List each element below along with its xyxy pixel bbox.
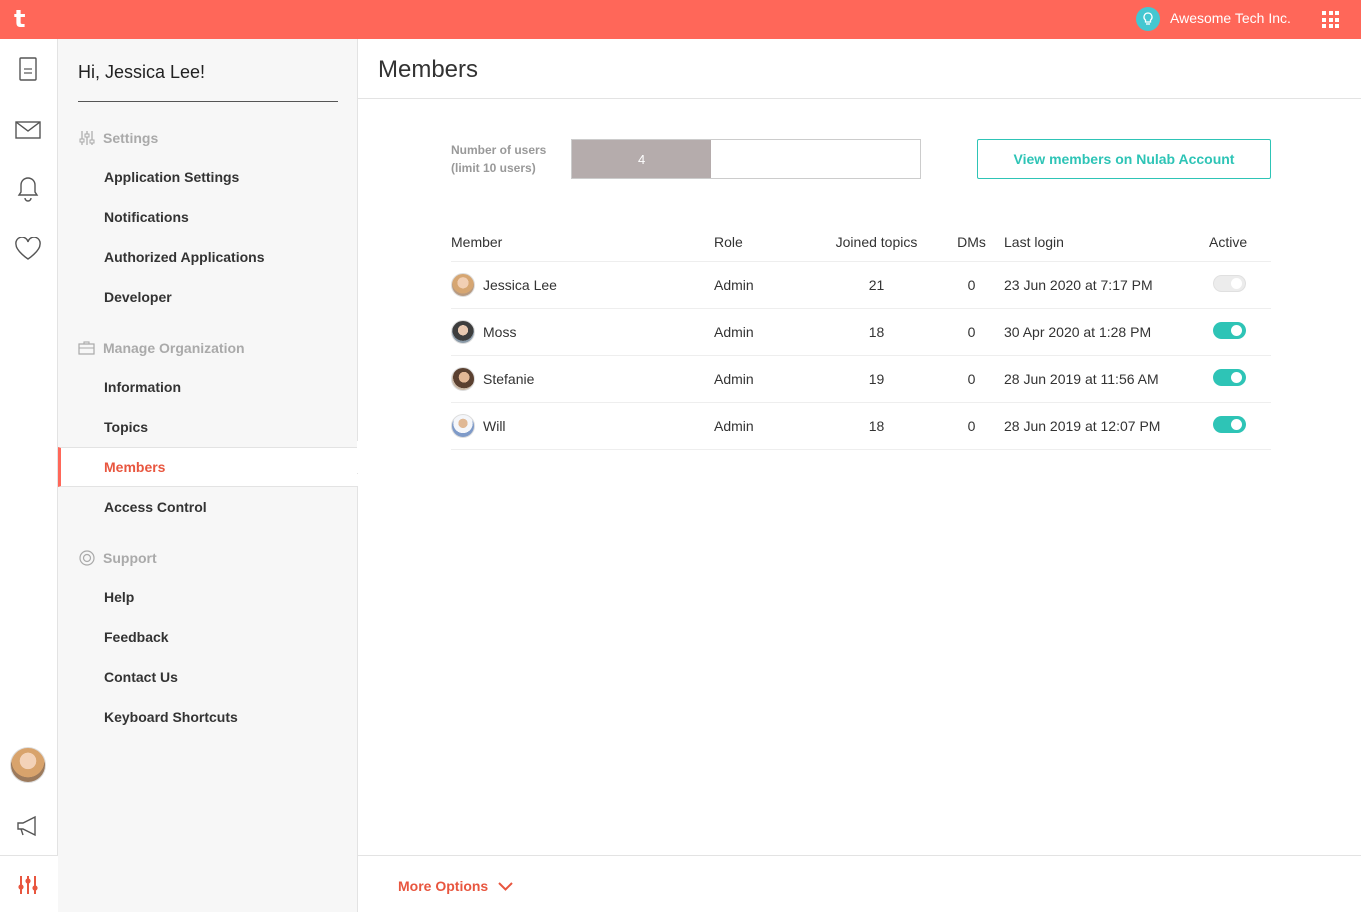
sidebar-item-topics[interactable]: Topics bbox=[104, 419, 148, 435]
bell-icon[interactable] bbox=[14, 175, 42, 203]
chevron-down-icon bbox=[498, 881, 513, 891]
sidebar-item-help[interactable]: Help bbox=[104, 589, 134, 605]
member-dms: 0 bbox=[939, 402, 1004, 450]
footer-bar: More Options bbox=[358, 855, 1361, 912]
table-header-row: Member Role Joined topics DMs Last login… bbox=[451, 223, 1271, 262]
member-last-login: 28 Jun 2019 at 11:56 AM bbox=[1004, 355, 1209, 403]
col-last-login: Last login bbox=[1004, 223, 1209, 262]
sidebar-item-contact-us[interactable]: Contact Us bbox=[104, 669, 178, 685]
member-dms: 0 bbox=[939, 355, 1004, 403]
sidebar-item-feedback[interactable]: Feedback bbox=[104, 629, 169, 645]
active-toggle[interactable] bbox=[1213, 368, 1246, 386]
main-content: Members Number of users (limit 10 users)… bbox=[358, 39, 1361, 912]
member-role: Admin bbox=[714, 402, 814, 450]
sidebar-item-members-highlight bbox=[58, 447, 358, 487]
member-name[interactable]: Will bbox=[483, 418, 506, 434]
member-role: Admin bbox=[714, 261, 814, 309]
col-role: Role bbox=[714, 223, 814, 262]
section-support: Support bbox=[78, 549, 157, 566]
greeting: Hi, Jessica Lee! bbox=[78, 62, 206, 82]
col-dms: DMs bbox=[939, 223, 1004, 262]
member-name[interactable]: Stefanie bbox=[483, 371, 534, 387]
member-role: Admin bbox=[714, 308, 814, 356]
top-bar: t Awesome Tech Inc. bbox=[0, 0, 1361, 39]
member-topics: 18 bbox=[814, 402, 939, 450]
member-last-login: 30 Apr 2020 at 1:28 PM bbox=[1004, 308, 1209, 356]
sidebar-item-application-settings[interactable]: Application Settings bbox=[104, 169, 239, 185]
sidebar-item-developer[interactable]: Developer bbox=[104, 289, 172, 305]
settings-sidebar: Hi, Jessica Lee! Settings Application Se… bbox=[58, 39, 358, 912]
organization-name[interactable]: Awesome Tech Inc. bbox=[1170, 10, 1291, 26]
avatar bbox=[451, 366, 475, 391]
topics-document-icon[interactable] bbox=[14, 55, 42, 83]
section-title: Support bbox=[103, 549, 157, 566]
more-options-button[interactable]: More Options bbox=[398, 878, 513, 894]
col-joined-topics: Joined topics bbox=[814, 223, 939, 262]
sidebar-item-authorized-applications[interactable]: Authorized Applications bbox=[104, 249, 264, 265]
typetalk-logo[interactable]: t bbox=[14, 6, 40, 32]
sliders-icon bbox=[78, 129, 95, 146]
table-row: Stefanie Admin 19 0 28 Jun 2019 at 11:56… bbox=[451, 355, 1271, 403]
section-title: Manage Organization bbox=[103, 339, 245, 356]
sidebar-item-notifications[interactable]: Notifications bbox=[104, 209, 189, 225]
active-toggle[interactable] bbox=[1213, 321, 1246, 339]
megaphone-icon[interactable] bbox=[14, 812, 42, 840]
users-count-label: Number of users (limit 10 users) bbox=[451, 141, 546, 177]
icon-rail bbox=[0, 39, 58, 912]
sidebar-item-access-control[interactable]: Access Control bbox=[104, 499, 207, 515]
apps-grid-icon[interactable] bbox=[1322, 11, 1339, 28]
table-row: Will Admin 18 0 28 Jun 2019 at 12:07 PM bbox=[451, 402, 1271, 450]
member-topics: 21 bbox=[814, 261, 939, 309]
table-row: Jessica Lee Admin 21 0 23 Jun 2020 at 7:… bbox=[451, 261, 1271, 309]
col-active: Active bbox=[1209, 223, 1271, 262]
members-table: Member Role Joined topics DMs Last login… bbox=[451, 223, 1271, 450]
users-label-line2: (limit 10 users) bbox=[451, 161, 536, 175]
avatar bbox=[451, 319, 475, 344]
member-dms: 0 bbox=[939, 308, 1004, 356]
title-divider bbox=[358, 98, 1361, 99]
user-avatar[interactable] bbox=[10, 747, 46, 783]
active-toggle[interactable] bbox=[1213, 274, 1246, 292]
section-title: Settings bbox=[103, 129, 159, 146]
heart-icon[interactable] bbox=[14, 235, 42, 263]
member-name[interactable]: Moss bbox=[483, 324, 516, 340]
member-dms: 0 bbox=[939, 261, 1004, 309]
users-progress-bar: 4 bbox=[571, 139, 921, 179]
section-settings: Settings bbox=[78, 129, 158, 146]
member-name[interactable]: Jessica Lee bbox=[483, 277, 557, 293]
active-toggle[interactable] bbox=[1213, 415, 1246, 433]
col-member: Member bbox=[451, 223, 714, 262]
more-options-label: More Options bbox=[398, 878, 489, 894]
sidebar-item-members[interactable]: Members bbox=[104, 459, 165, 475]
avatar bbox=[451, 272, 475, 297]
sidebar-item-keyboard-shortcuts[interactable]: Keyboard Shortcuts bbox=[104, 709, 238, 725]
users-progress-fill: 4 bbox=[572, 140, 712, 178]
member-role: Admin bbox=[714, 355, 814, 403]
settings-rail-button[interactable] bbox=[0, 855, 58, 912]
avatar bbox=[451, 413, 475, 438]
settings-sliders-icon[interactable] bbox=[14, 871, 42, 899]
member-last-login: 23 Jun 2020 at 7:17 PM bbox=[1004, 261, 1209, 309]
section-manage-organization: Manage Organization bbox=[78, 339, 245, 356]
member-topics: 19 bbox=[814, 355, 939, 403]
view-members-nulab-button[interactable]: View members on Nulab Account bbox=[977, 139, 1271, 179]
lightbulb-icon[interactable] bbox=[1136, 7, 1160, 31]
sidebar-item-information[interactable]: Information bbox=[104, 379, 181, 395]
page-title: Members bbox=[378, 56, 479, 83]
table-row: Moss Admin 18 0 30 Apr 2020 at 1:28 PM bbox=[451, 308, 1271, 356]
mail-icon[interactable] bbox=[14, 116, 42, 144]
member-last-login: 28 Jun 2019 at 12:07 PM bbox=[1004, 402, 1209, 450]
users-label-line1: Number of users bbox=[451, 143, 547, 157]
greeting-divider bbox=[78, 101, 338, 102]
lifebuoy-icon bbox=[78, 549, 95, 566]
briefcase-icon bbox=[78, 339, 95, 356]
member-topics: 18 bbox=[814, 308, 939, 356]
